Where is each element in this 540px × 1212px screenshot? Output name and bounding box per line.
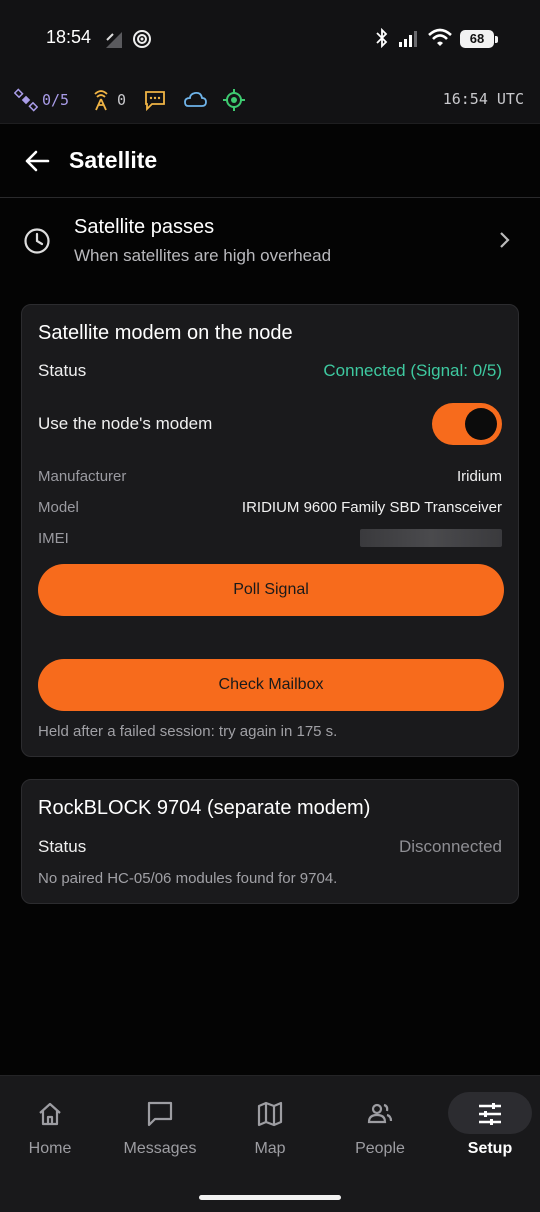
battery-indicator: 68	[460, 30, 498, 48]
nav-setup-label: Setup	[467, 1140, 513, 1157]
use-modem-row: Use the node's modem	[38, 403, 502, 445]
satellite-passes-row[interactable]: Satellite passes When satellites are hig…	[0, 199, 540, 279]
poll-signal-button[interactable]: Poll Signal	[38, 564, 504, 616]
node-status-row: Status Connected (Signal: 0/5)	[38, 358, 502, 384]
rockblock-note: No paired HC-05/06 modules found for 970…	[38, 870, 338, 887]
use-modem-label: Use the node's modem	[38, 414, 213, 433]
nav-home-label: Home	[28, 1140, 72, 1157]
bottom-navigation: Home Messages Map People Setup	[0, 1075, 540, 1212]
target-app-icon	[133, 30, 151, 48]
nav-messages-label: Messages	[123, 1140, 197, 1157]
clock-icon	[24, 228, 50, 254]
passes-title: Satellite passes	[74, 216, 215, 238]
use-modem-toggle[interactable]	[432, 403, 502, 445]
imei-redacted-value	[360, 529, 502, 547]
manufacturer-value: Iridium	[456, 467, 502, 485]
satellite-count-text: 0/5	[42, 91, 70, 109]
gps-fix-icon[interactable]	[222, 88, 246, 112]
rockblock-status-label: Status	[38, 837, 87, 856]
bluetooth-icon	[376, 28, 388, 48]
check-mailbox-button[interactable]: Check Mailbox	[38, 659, 504, 711]
retry-note: Held after a failed session: try again i…	[38, 723, 338, 740]
cloud-icon[interactable]	[182, 88, 208, 112]
rockblock-title: RockBLOCK 9704 (separate modem)	[38, 797, 371, 819]
node-modem-card: Satellite modem on the node Status Conne…	[21, 304, 519, 757]
system-status-bar: 18:54 68	[0, 0, 540, 80]
map-icon	[257, 1101, 283, 1127]
message-icon	[147, 1101, 173, 1127]
status-value: Connected (Signal: 0/5)	[323, 361, 502, 380]
rockblock-status-row: Status Disconnected	[38, 834, 502, 860]
nav-home[interactable]: Home	[0, 1092, 105, 1162]
nav-setup[interactable]: Setup	[435, 1092, 540, 1162]
status-label: Status	[38, 361, 87, 380]
imei-label: IMEI	[38, 529, 69, 547]
rockblock-status-value: Disconnected	[398, 837, 502, 856]
clock-time: 18:54	[46, 27, 92, 47]
chat-icon[interactable]	[144, 88, 166, 112]
manufacturer-label: Manufacturer	[38, 467, 127, 485]
manufacturer-row: Manufacturer Iridium	[38, 465, 502, 487]
nav-people-label: People	[355, 1140, 405, 1157]
sliders-icon	[479, 1103, 501, 1125]
model-row: Model IRIDIUM 9600 Family SBD Transceive…	[38, 496, 502, 518]
satellite-count[interactable]: 0/5	[14, 88, 69, 112]
nav-map-label: Map	[254, 1140, 286, 1157]
model-value: IRIDIUM 9600 Family SBD Transceiver	[241, 498, 502, 516]
imei-row: IMEI	[38, 527, 502, 549]
mesh-info-bar: 0/5 0 16:54 UTC	[0, 80, 540, 124]
passes-subtitle: When satellites are high overhead	[74, 246, 332, 265]
cell-signal-icon	[399, 31, 417, 47]
wifi-icon	[428, 28, 452, 46]
nav-map[interactable]: Map	[215, 1092, 325, 1162]
nav-people[interactable]: People	[325, 1092, 435, 1162]
model-label: Model	[38, 498, 79, 516]
back-arrow-icon[interactable]	[22, 146, 52, 176]
home-icon	[39, 1102, 61, 1126]
relay-count-text: 0	[117, 91, 127, 109]
page-title: Satellite	[69, 147, 158, 173]
toggle-knob	[465, 408, 497, 440]
rockblock-card: RockBLOCK 9704 (separate modem) Status D…	[21, 779, 519, 904]
app-bar: Satellite	[0, 124, 540, 198]
antenna-icon	[94, 90, 108, 111]
node-modem-title: Satellite modem on the node	[38, 322, 293, 344]
satellite-icon	[14, 88, 38, 112]
gesture-home-indicator[interactable]	[199, 1195, 341, 1200]
relay-count[interactable]: 0	[89, 88, 126, 112]
people-icon	[367, 1103, 393, 1124]
utc-clock: 16:54 UTC	[442, 90, 524, 108]
chevron-right-icon	[500, 232, 510, 248]
nav-messages[interactable]: Messages	[105, 1092, 215, 1162]
no-signal-icon	[106, 32, 122, 48]
